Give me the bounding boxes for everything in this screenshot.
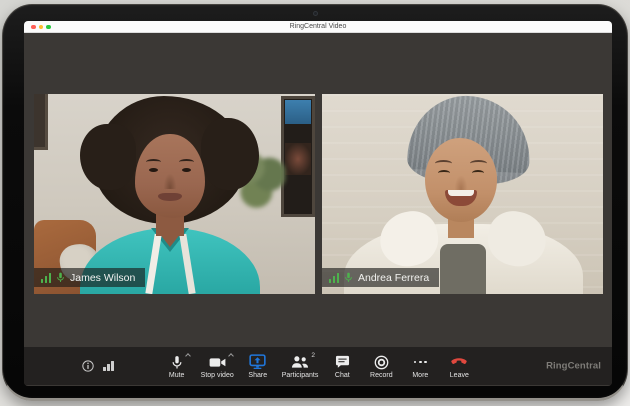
front-camera	[313, 11, 318, 16]
stop-video-button[interactable]: Stop video	[200, 353, 234, 379]
chat-icon	[335, 355, 349, 368]
face-feature	[178, 159, 194, 165]
zoom-button[interactable]	[46, 24, 51, 29]
face-feature	[162, 172, 177, 189]
wall-frame-art	[33, 94, 48, 150]
face-feature	[453, 174, 468, 190]
ringcentral-logo: RingCentral	[546, 360, 601, 372]
signal-bars-icon	[40, 272, 51, 283]
button-label: Mute	[168, 372, 185, 379]
meeting-stage: James Wilson Andrea Ferrera	[24, 33, 612, 347]
video-tile[interactable]: James Wilson	[33, 94, 315, 294]
poster-art	[280, 96, 315, 217]
chevron-up-icon[interactable]	[184, 353, 191, 359]
button-label: More	[412, 372, 429, 379]
chat-button[interactable]: Chat	[327, 354, 357, 379]
window-title: RingCentral Video	[289, 23, 347, 30]
button-label: Share	[248, 372, 268, 379]
button-label: Record	[370, 372, 393, 379]
record-icon	[374, 355, 389, 369]
window-titlebar: RingCentral Video	[24, 21, 612, 33]
microphone-icon	[172, 355, 182, 368]
share-button[interactable]: Share	[243, 354, 273, 379]
video-grid: James Wilson Andrea Ferrera	[24, 94, 612, 294]
meeting-controlbar: Mute Stop video Share 2 Participants Cha…	[24, 347, 612, 385]
face-feature	[434, 160, 452, 167]
microphone-on-icon	[57, 272, 64, 282]
microphone-on-icon	[345, 272, 352, 282]
face-feature	[145, 159, 161, 165]
button-label: Participants	[281, 372, 319, 379]
face-feature	[148, 168, 158, 172]
button-label: Chat	[334, 372, 350, 379]
window-controls	[31, 24, 51, 29]
participant-name: James Wilson	[70, 271, 136, 284]
video-camera-icon	[209, 357, 226, 367]
info-icon[interactable]	[82, 360, 94, 372]
participants-icon	[291, 356, 309, 368]
controlbar-left-group	[82, 347, 114, 385]
leave-button[interactable]: Leave	[444, 354, 474, 379]
participant-name: Andrea Ferrera	[358, 271, 430, 284]
signal-bars-icon	[328, 272, 339, 283]
face-feature	[157, 193, 182, 201]
record-button[interactable]: Record	[366, 354, 396, 379]
participant-name-badge: Andrea Ferrera	[321, 268, 440, 287]
tablet-device-frame: RingCentral Video James Wilson Andrea Fe…	[2, 4, 628, 401]
face-feature	[444, 190, 477, 206]
chevron-up-icon[interactable]	[227, 353, 234, 359]
connection-quality-icon	[103, 361, 114, 371]
button-label: Stop video	[200, 372, 234, 379]
button-label: Leave	[449, 372, 469, 379]
face-feature	[181, 168, 191, 172]
video-tile[interactable]: Andrea Ferrera	[321, 94, 603, 294]
participants-button[interactable]: 2 Participants	[281, 352, 319, 379]
minimize-button[interactable]	[38, 24, 43, 29]
share-screen-icon	[249, 354, 266, 370]
leave-call-icon	[451, 358, 468, 364]
face-feature	[469, 160, 487, 167]
participant-count-badge: 2	[311, 352, 316, 359]
portrait-face-art	[134, 134, 205, 218]
portrait-face-art	[424, 138, 497, 222]
portrait-shirt-art	[439, 244, 486, 294]
close-button[interactable]	[31, 24, 36, 29]
more-button[interactable]: More	[405, 354, 435, 379]
participant-name-badge: James Wilson	[33, 268, 146, 287]
mute-button[interactable]: Mute	[162, 353, 192, 379]
face-feature	[471, 170, 484, 176]
controlbar-buttons: Mute Stop video Share 2 Participants Cha…	[162, 352, 475, 379]
more-icon	[413, 360, 428, 364]
desktop-background: RingCentral Video James Wilson Andrea Fe…	[0, 0, 630, 406]
app-window: RingCentral Video James Wilson Andrea Fe…	[24, 21, 612, 386]
face-feature	[437, 170, 450, 176]
